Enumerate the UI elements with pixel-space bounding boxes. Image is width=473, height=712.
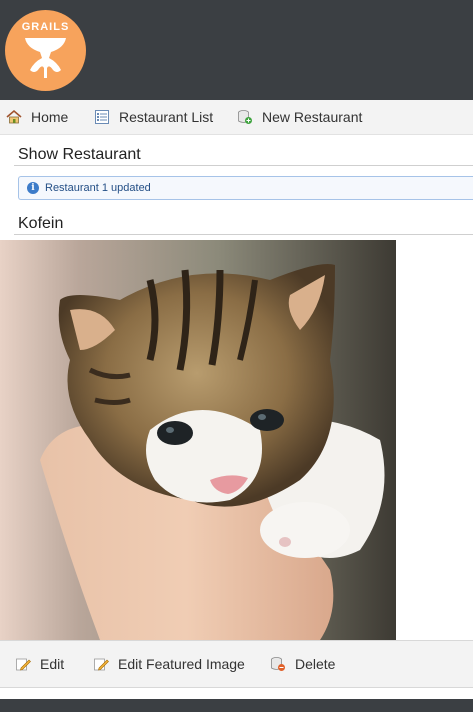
app-footer [0,699,473,712]
delete-button-label: Delete [295,656,336,672]
house-icon [6,109,22,125]
delete-database-icon [270,656,286,672]
page-title: Show Restaurant [18,146,141,163]
button-bar: Edit Edit Featured Image Delete [0,640,473,688]
featured-image [0,240,396,640]
pencil-icon [93,656,109,672]
status-message: i Restaurant 1 updated [18,176,473,200]
info-icon: i [27,182,39,194]
restaurant-name: Kofein [18,215,64,232]
edit-featured-image-label: Edit Featured Image [118,656,245,672]
nav-restaurant-list-label: Restaurant List [119,109,214,125]
status-message-text: Restaurant 1 updated [45,182,151,194]
main-nav: Home Restaurant List New Restaurant [0,100,473,135]
name-divider [14,234,473,235]
nav-restaurant-list-link[interactable]: Restaurant List [94,108,213,126]
grails-logo[interactable]: GRAILS [5,10,86,91]
app-header: GRAILS [0,0,473,100]
nav-new-restaurant-link[interactable]: New Restaurant [237,108,362,126]
nav-home-link[interactable]: Home [6,108,68,126]
title-divider [14,165,473,166]
grail-cup-icon [25,38,66,78]
list-icon [94,109,110,125]
pencil-icon [15,656,31,672]
edit-button[interactable]: Edit [15,655,64,673]
edit-button-label: Edit [40,656,65,672]
add-database-icon [237,109,253,125]
nav-new-restaurant-label: New Restaurant [262,109,363,125]
edit-featured-image-button[interactable]: Edit Featured Image [93,655,245,673]
nav-home-label: Home [31,109,69,125]
delete-button[interactable]: Delete [270,655,335,673]
